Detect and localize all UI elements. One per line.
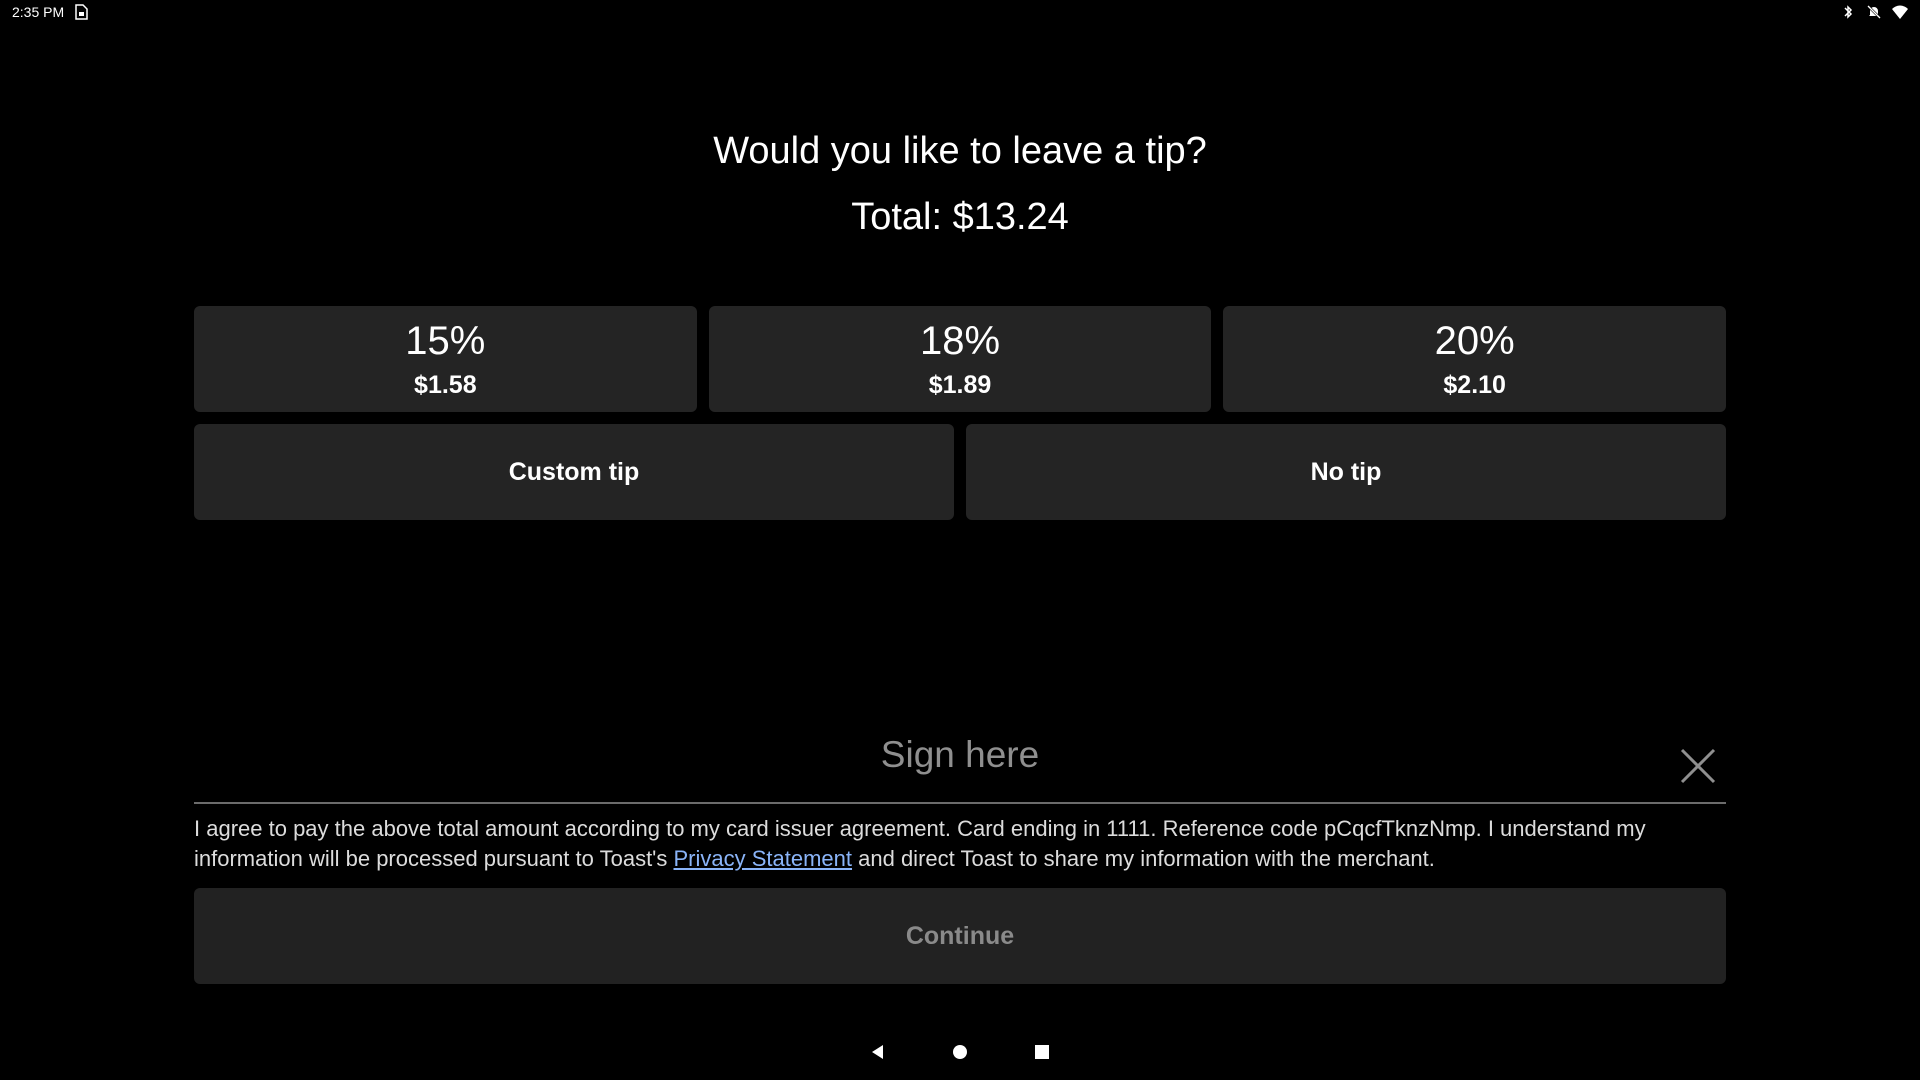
- recents-icon[interactable]: [1032, 1042, 1052, 1062]
- tip-prompt-title: Would you like to leave a tip?: [713, 130, 1207, 172]
- custom-tip-button[interactable]: Custom tip: [194, 424, 954, 520]
- tip-amount-label: $2.10: [1443, 370, 1506, 399]
- home-icon[interactable]: [950, 1042, 970, 1062]
- tip-amount-label: $1.89: [928, 370, 992, 399]
- tip-18-button[interactable]: 18% $1.89: [708, 306, 1212, 412]
- status-bar: 2:35 PM: [0, 0, 1920, 24]
- agreement-text-end: and direct Toast to share my information…: [852, 846, 1435, 871]
- payment-agreement: I agree to pay the above total amount ac…: [194, 814, 1726, 874]
- signature-placeholder: Sign here: [880, 734, 1040, 775]
- no-tip-button[interactable]: No tip: [966, 424, 1726, 520]
- status-time: 2:35 PM: [12, 4, 65, 20]
- tip-percentage-options: 15% $1.58 18% $1.89 20% $2.10: [194, 306, 1727, 412]
- bluetooth-icon: [1840, 4, 1856, 20]
- sim-card-icon: [74, 4, 90, 20]
- order-total: Total: $13.24: [851, 196, 1069, 238]
- close-icon[interactable]: [1678, 746, 1718, 786]
- tip-screen: 2:35 PM Would you like to leave a tip? T…: [0, 0, 1920, 1080]
- status-right: [1840, 4, 1908, 20]
- tip-amount-label: $1.58: [414, 370, 477, 399]
- wifi-icon: [1892, 4, 1908, 20]
- tip-15-button[interactable]: 15% $1.58: [194, 306, 697, 412]
- notifications-off-icon: [1866, 4, 1882, 20]
- tip-percent-label: 20%: [1434, 318, 1515, 363]
- signature-pad[interactable]: Sign here: [194, 720, 1726, 804]
- tip-percent-label: 15%: [405, 318, 486, 363]
- status-left: 2:35 PM: [12, 4, 90, 20]
- privacy-statement-link[interactable]: Privacy Statement: [674, 846, 853, 871]
- tip-percent-label: 18%: [919, 318, 1001, 363]
- navigation-bar: [0, 1034, 1920, 1070]
- other-tip-options: Custom tip No tip: [194, 424, 1726, 520]
- tip-20-button[interactable]: 20% $2.10: [1223, 306, 1727, 412]
- back-icon[interactable]: [868, 1042, 888, 1062]
- continue-button[interactable]: Continue: [194, 888, 1726, 984]
